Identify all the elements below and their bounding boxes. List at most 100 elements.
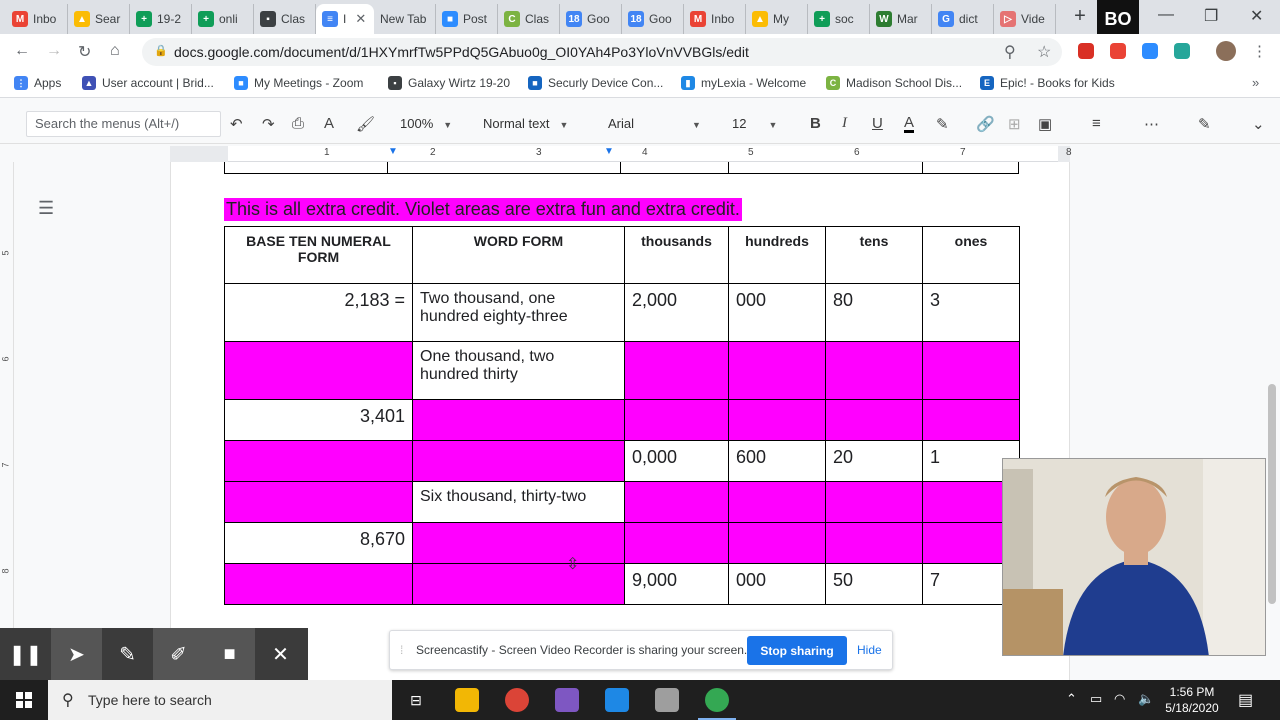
bookmark-item[interactable]: ■ Securly Device Con...: [528, 76, 663, 90]
chrome-active-taskbar-icon[interactable]: [705, 688, 729, 712]
bookmark-item[interactable]: ⋮ Apps: [14, 76, 61, 90]
table-cell-tens[interactable]: 20: [825, 440, 923, 482]
table-cell-hundreds[interactable]: 000: [728, 563, 826, 605]
file-explorer-icon[interactable]: [455, 688, 479, 712]
redo-icon[interactable]: ↷: [262, 115, 275, 133]
browser-tab[interactable]: ▲ My: [746, 4, 808, 34]
chrome-taskbar-icon[interactable]: [505, 688, 529, 712]
drag-grip-icon[interactable]: ⁞: [400, 643, 403, 657]
forward-icon[interactable]: →: [46, 42, 62, 60]
column-header[interactable]: WORD FORM: [412, 226, 625, 284]
table-cell-numeral[interactable]: [224, 440, 413, 482]
table-cell-numeral[interactable]: 2,183 =: [224, 283, 413, 342]
underline-icon[interactable]: U: [872, 115, 883, 132]
bookmark-item[interactable]: E Epic! - Books for Kids: [980, 76, 1115, 90]
bold-icon[interactable]: B: [810, 115, 821, 132]
table-cell-hundreds[interactable]: [728, 481, 826, 523]
table-cell-hundreds[interactable]: [728, 399, 826, 441]
italic-icon[interactable]: I: [842, 115, 847, 132]
column-header[interactable]: tens: [825, 226, 923, 284]
taskbar-clock[interactable]: 1:56 PM 5/18/2020: [1162, 684, 1222, 716]
profile-avatar[interactable]: [1216, 41, 1236, 61]
style-dropdown[interactable]: Normal text ▼: [483, 116, 568, 131]
table-cell-hundreds[interactable]: 600: [728, 440, 826, 482]
pause-icon[interactable]: ❚❚: [0, 628, 51, 680]
table-cell-hundreds[interactable]: [728, 341, 826, 400]
browser-tab[interactable]: C Clas: [498, 4, 560, 34]
browser-tab[interactable]: M Inbo: [6, 4, 68, 34]
camera-icon[interactable]: ■: [204, 628, 255, 680]
table-cell-tens[interactable]: 50: [825, 563, 923, 605]
browser-tab[interactable]: + soc: [808, 4, 870, 34]
zoom-extension-icon[interactable]: [1142, 43, 1158, 59]
more-bookmarks-icon[interactable]: »: [1252, 75, 1259, 90]
close-tab-icon[interactable]: ✕: [355, 11, 366, 27]
table-cell-numeral[interactable]: [224, 481, 413, 523]
bookmark-item[interactable]: ▲ User account | Brid...: [82, 76, 214, 90]
snip-tool-icon[interactable]: [555, 688, 579, 712]
browser-tab[interactable]: ▲ Sear: [68, 4, 130, 34]
table-cell-thousands[interactable]: [624, 399, 729, 441]
font-dropdown[interactable]: Arial ▼: [608, 116, 701, 131]
extension-icon[interactable]: [1078, 43, 1094, 59]
column-header[interactable]: hundreds: [728, 226, 826, 284]
browser-tab[interactable]: 18 Goo: [622, 4, 684, 34]
table-cell-numeral[interactable]: 3,401: [224, 399, 413, 441]
table-cell-numeral[interactable]: [224, 563, 413, 605]
table-cell-tens[interactable]: [825, 399, 923, 441]
collapse-toolbar-icon[interactable]: ⌄: [1252, 115, 1265, 133]
table-cell-tens[interactable]: [825, 481, 923, 523]
cursor-icon[interactable]: ➤: [51, 628, 102, 680]
cloud-extension-icon[interactable]: [1174, 43, 1190, 59]
notification-icon[interactable]: ▤: [1238, 690, 1253, 710]
table-cell-hundreds[interactable]: [728, 522, 826, 564]
table-cell-ones[interactable]: 3: [922, 283, 1020, 342]
table-cell-numeral[interactable]: 8,670: [224, 522, 413, 564]
close-icon[interactable]: ✕: [255, 628, 306, 680]
browser-tab[interactable]: New Tab: [374, 4, 436, 34]
browser-tab[interactable]: ■ Post: [436, 4, 498, 34]
table-cell-tens[interactable]: 80: [825, 283, 923, 342]
taskbar-search-field[interactable]: ⚲ Type here to search: [48, 680, 392, 720]
app2-taskbar-icon[interactable]: [655, 688, 679, 712]
pen-icon[interactable]: ✎: [102, 628, 153, 680]
search-menus-field[interactable]: Search the menus (Alt+/): [26, 111, 221, 137]
right-indent-marker[interactable]: ▼: [604, 146, 614, 157]
paint-format-icon[interactable]: 🖌: [356, 115, 375, 133]
wifi-icon[interactable]: ◠: [1114, 691, 1125, 707]
task-view-icon[interactable]: ⊟: [404, 688, 428, 712]
undo-icon[interactable]: ↶: [230, 115, 243, 133]
table-cell-thousands[interactable]: [624, 341, 729, 400]
align-icon[interactable]: ≡: [1092, 115, 1101, 132]
table-cell-hundreds[interactable]: 000: [728, 283, 826, 342]
battery-icon[interactable]: ▭: [1090, 691, 1102, 707]
table-cell-word[interactable]: [412, 522, 625, 564]
bookmark-item[interactable]: ■ My Meetings - Zoom: [234, 76, 363, 90]
print-icon[interactable]: ⎙: [292, 115, 304, 132]
browser-tab[interactable]: M Inbo: [684, 4, 746, 34]
indent-marker[interactable]: ▼: [388, 146, 398, 157]
table-cell-tens[interactable]: [825, 341, 923, 400]
back-icon[interactable]: ←: [14, 42, 30, 60]
font-size-dropdown[interactable]: 12 ▼: [732, 116, 777, 131]
table-cell-thousands[interactable]: 0,000: [624, 440, 729, 482]
table-cell-word[interactable]: [412, 440, 625, 482]
browser-tab[interactable]: Gdict: [932, 4, 994, 34]
chrome-menu-icon[interactable]: ⋮: [1252, 42, 1267, 60]
volume-icon[interactable]: 🔈: [1138, 691, 1154, 707]
column-header[interactable]: thousands: [624, 226, 729, 284]
bookmark-item[interactable]: ▮ myLexia - Welcome: [681, 76, 806, 90]
table-cell-thousands[interactable]: [624, 481, 729, 523]
tray-chevron-icon[interactable]: ⌃: [1066, 691, 1077, 707]
browser-tab[interactable]: W Mar: [870, 4, 932, 34]
zoom-lens-icon[interactable]: ⚲: [1004, 42, 1016, 62]
comment-icon[interactable]: ⊞: [1008, 115, 1021, 133]
table-cell-word[interactable]: Six thousand, thirty-two: [412, 481, 625, 523]
stop-sharing-button[interactable]: Stop sharing: [747, 636, 847, 665]
extra-credit-note[interactable]: This is all extra credit. Violet areas a…: [224, 198, 742, 221]
scrollbar-thumb[interactable]: [1268, 384, 1276, 604]
table-cell-tens[interactable]: [825, 522, 923, 564]
browser-tab[interactable]: ▷ Vide: [994, 4, 1056, 34]
bookmark-star-icon[interactable]: ☆: [1037, 42, 1051, 62]
new-tab-button[interactable]: +: [1070, 6, 1090, 28]
